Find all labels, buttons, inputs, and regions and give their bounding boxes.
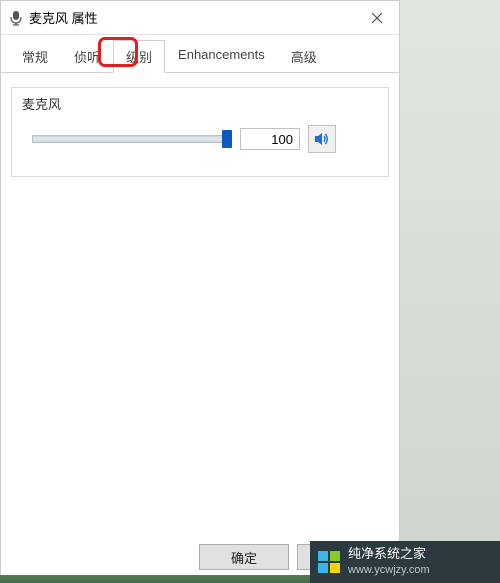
speaker-icon: [313, 130, 331, 148]
slider-thumb[interactable]: [222, 130, 232, 148]
mute-toggle-button[interactable]: [308, 125, 336, 153]
microphone-label: 麦克风: [22, 94, 378, 113]
ok-button[interactable]: 确定: [199, 544, 289, 570]
watermark-logo-icon: [316, 549, 342, 575]
watermark: 纯净系统之家 www.ycwjzy.com: [310, 541, 500, 583]
window-title: 麦克风 属性: [29, 8, 98, 27]
watermark-url: www.ycwjzy.com: [348, 563, 430, 577]
watermark-text: 纯净系统之家 www.ycwjzy.com: [348, 546, 430, 577]
tab-listen[interactable]: 侦听: [61, 40, 113, 73]
close-button[interactable]: [355, 2, 399, 34]
tab-general[interactable]: 常规: [9, 40, 61, 73]
watermark-title: 纯净系统之家: [348, 546, 430, 563]
slider-row: [22, 125, 378, 153]
titlebar: 麦克风 属性: [1, 1, 399, 35]
tab-strip: 常规 侦听 级别 Enhancements 高级: [1, 35, 399, 73]
levels-group: 麦克风: [11, 87, 389, 177]
tab-enhancements[interactable]: Enhancements: [165, 40, 278, 73]
microphone-icon: [9, 10, 23, 26]
tab-levels[interactable]: 级别: [113, 40, 165, 73]
tab-advanced[interactable]: 高级: [278, 40, 330, 73]
properties-dialog: 麦克风 属性 常规 侦听 级别 Enhancements 高级 麦克风: [0, 0, 400, 583]
background-right: [400, 0, 500, 583]
volume-slider[interactable]: [32, 130, 232, 148]
volume-value-input[interactable]: [240, 128, 300, 150]
